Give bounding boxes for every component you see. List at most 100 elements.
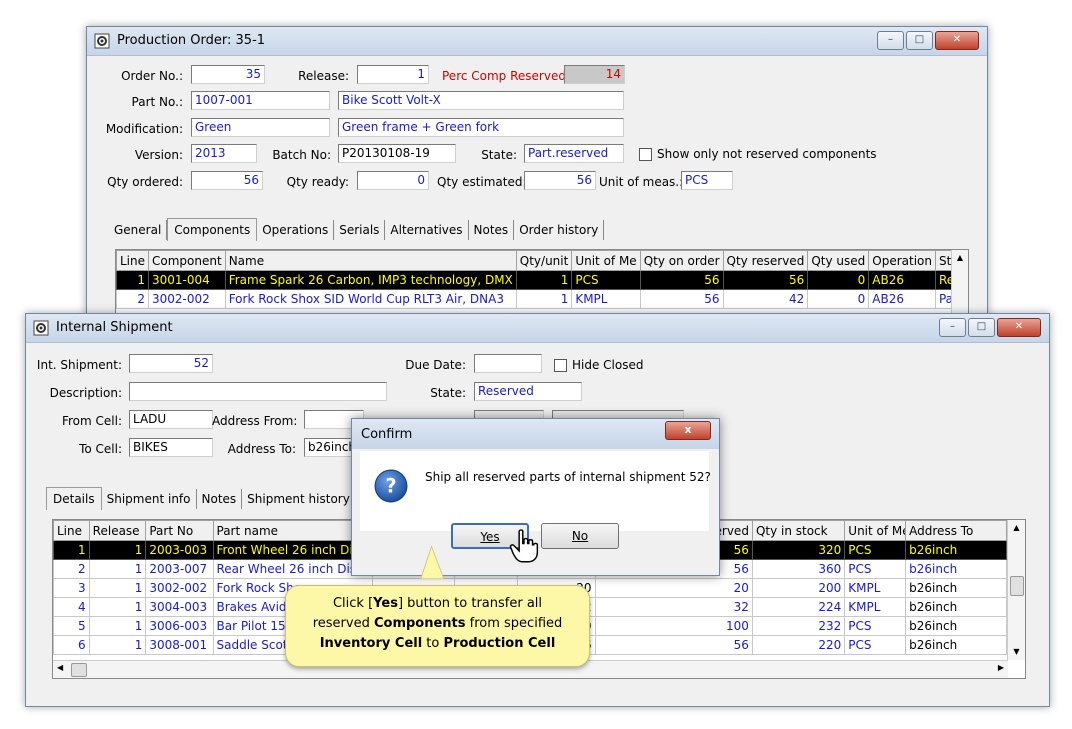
column-header[interactable]: Operation — [868, 250, 936, 271]
shipment-vertical-scrollbar[interactable]: ▲ ▼ — [1007, 520, 1025, 660]
scroll-left-icon[interactable]: ◀ — [57, 663, 63, 672]
address-from-label: Address From: — [212, 414, 298, 428]
cell: 0 — [807, 270, 870, 290]
minimize-button[interactable]: – — [877, 31, 904, 50]
column-header[interactable]: Qty used — [807, 250, 870, 271]
column-header[interactable]: Address To — [905, 520, 1007, 541]
cell: 1 — [88, 559, 147, 579]
cell: 3002-002 — [145, 578, 214, 598]
due-date-field[interactable] — [474, 354, 542, 373]
tab-notes[interactable]: Notes — [469, 220, 515, 240]
show-only-not-reserved-checkbox[interactable] — [639, 148, 652, 161]
tab-alternatives[interactable]: Alternatives — [385, 220, 469, 240]
question-icon: ? — [374, 469, 408, 503]
part-no-label: Part No.: — [131, 95, 183, 109]
modification-field[interactable]: Green — [191, 118, 330, 137]
tab-operations[interactable]: Operations — [257, 220, 335, 240]
scroll-thumb[interactable] — [71, 663, 87, 677]
int-shipment-field[interactable]: 52 — [129, 354, 213, 373]
column-header[interactable]: Unit of Me — [844, 520, 907, 541]
table-row[interactable]: 1 3001-004 Frame Spark 26 Carbon, IMP3 t… — [116, 270, 968, 290]
cell: 2 — [116, 289, 150, 309]
column-header[interactable]: Qty in stock — [751, 520, 846, 541]
tab-order-history[interactable]: Order history — [514, 220, 605, 240]
batch-no-label: Batch No: — [272, 148, 331, 162]
callout-text: Components — [373, 616, 466, 631]
modification-desc-field[interactable]: Green frame + Green fork — [338, 118, 624, 137]
version-field[interactable]: 2013 — [191, 144, 257, 163]
cell: 32 — [594, 597, 753, 617]
tab-notes[interactable]: Notes — [197, 489, 243, 509]
scroll-up-icon[interactable]: ▲ — [952, 250, 968, 266]
column-header[interactable]: Part name — [212, 520, 374, 541]
order-no-field[interactable]: 35 — [191, 65, 265, 84]
cell: KMPL — [571, 289, 641, 309]
production-order-titlebar[interactable]: Production Order: 35-1 – □ ✕ — [87, 27, 987, 56]
tab-shipment-info[interactable]: Shipment info — [102, 489, 197, 509]
column-header[interactable]: Component — [148, 250, 226, 271]
hide-closed-checkbox[interactable] — [554, 359, 567, 372]
scroll-thumb[interactable] — [1010, 576, 1024, 596]
scroll-up-icon[interactable]: ▲ — [1008, 520, 1025, 536]
qty-estimated-field[interactable]: 56 — [524, 171, 596, 190]
part-name-field[interactable]: Bike Scott Volt-X — [338, 91, 624, 110]
maximize-button[interactable]: □ — [906, 31, 933, 50]
internal-shipment-tabs: Details Shipment info Notes Shipment his… — [46, 486, 356, 510]
cell: 1 — [88, 635, 147, 655]
column-header[interactable]: Unit of Me — [571, 250, 641, 271]
maximize-button[interactable]: □ — [968, 318, 995, 337]
confirm-message: Ship all reserved parts of internal ship… — [425, 470, 711, 484]
state-field[interactable]: Part.reserved — [524, 144, 624, 163]
from-cell-field[interactable]: LADU — [129, 410, 213, 429]
close-button[interactable]: ✕ — [997, 318, 1041, 337]
cell: Fork Rock Shox SID World Cup RLT3 Air, D… — [224, 289, 517, 309]
qty-ordered-field[interactable]: 56 — [191, 171, 263, 190]
cell: 0 — [807, 289, 870, 309]
internal-shipment-titlebar[interactable]: Internal Shipment – □ ✕ — [26, 314, 1049, 343]
qty-ready-field[interactable]: 0 — [357, 171, 429, 190]
no-button-label: No — [571, 529, 589, 543]
cell: 200 — [751, 578, 846, 598]
column-header[interactable]: Part No — [145, 520, 214, 541]
tab-general[interactable]: General — [109, 220, 168, 240]
callout-text: Click [ — [332, 596, 374, 611]
state-field[interactable]: Reserved — [474, 382, 582, 401]
column-header[interactable]: Qty on order — [639, 250, 724, 271]
cell: Rear Wheel 26 inch Disc B — [212, 559, 374, 579]
column-header[interactable]: Line — [53, 520, 90, 541]
tab-shipment-history[interactable]: Shipment history — [242, 489, 356, 509]
description-field[interactable] — [129, 382, 387, 401]
cell: b26inch — [905, 635, 1007, 655]
to-cell-field[interactable]: BIKES — [129, 438, 213, 457]
tab-components[interactable]: Components — [167, 218, 258, 241]
scroll-down-icon[interactable]: ▼ — [1008, 644, 1025, 660]
cell: KMPL — [844, 597, 907, 617]
description-label: Description: — [49, 386, 122, 400]
confirm-dialog-titlebar[interactable]: Confirm x — [352, 419, 719, 449]
scroll-right-icon[interactable]: ▶ — [998, 663, 1004, 672]
column-header[interactable]: Line — [116, 250, 150, 271]
int-shipment-label: Int. Shipment: — [36, 358, 122, 372]
cell: 1 — [515, 270, 573, 290]
cell: 1 — [88, 540, 147, 560]
no-button[interactable]: No — [541, 523, 619, 549]
confirm-close-button[interactable]: x — [665, 421, 711, 440]
cell: 4 — [53, 597, 90, 617]
batch-no-field[interactable]: P20130108-19 — [338, 144, 456, 163]
tab-serials[interactable]: Serials — [334, 220, 386, 240]
release-field[interactable]: 1 — [357, 65, 429, 84]
cell: AB26 — [868, 289, 936, 309]
column-header[interactable]: Release — [88, 520, 147, 541]
column-header[interactable]: Qty reserved — [722, 250, 809, 271]
tab-details[interactable]: Details — [46, 487, 102, 510]
part-no-field[interactable]: 1007-001 — [191, 91, 330, 110]
cell: 224 — [751, 597, 846, 617]
unit-of-meas-field[interactable]: PCS — [681, 171, 733, 190]
close-button[interactable]: ✕ — [935, 31, 979, 50]
minimize-button[interactable]: – — [939, 318, 966, 337]
column-header[interactable]: Name — [224, 250, 517, 271]
components-vertical-scrollbar[interactable]: ▲ — [951, 250, 968, 316]
cell: 56 — [722, 270, 809, 290]
column-header[interactable]: Qty/unit — [515, 250, 573, 271]
table-row[interactable]: 2 3002-002 Fork Rock Shox SID World Cup … — [116, 289, 968, 309]
